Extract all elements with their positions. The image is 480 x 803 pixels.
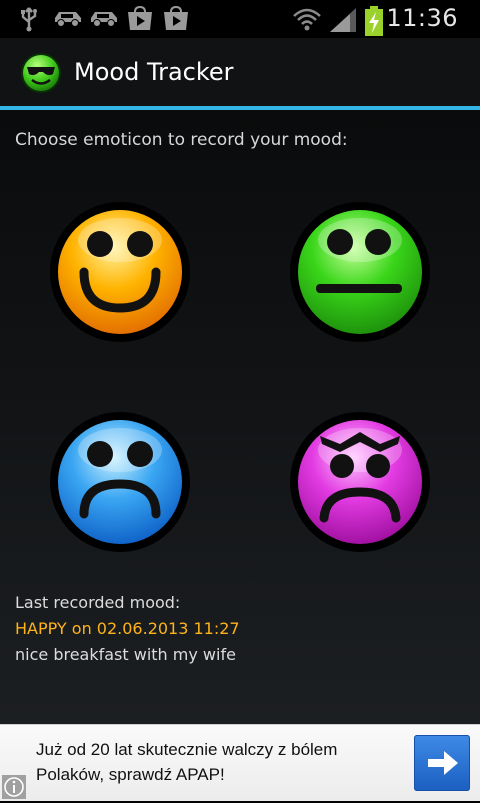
neutral-mood-button[interactable]	[288, 200, 432, 344]
play-store-icon	[128, 6, 152, 30]
ad-cta-button[interactable]	[414, 735, 470, 791]
last-mood-label: Last recorded mood:	[15, 593, 181, 612]
sad-face-icon	[50, 412, 190, 552]
play-store-icon	[164, 6, 188, 30]
battery-charging-icon	[365, 6, 383, 36]
last-mood-value: HAPPY on 02.06.2013 11:27	[15, 619, 240, 638]
wifi-icon	[293, 8, 321, 31]
last-mood-section: Last recorded mood: HAPPY on 02.06.2013 …	[15, 590, 240, 668]
mood-prompt: Choose emoticon to record your mood:	[15, 130, 348, 150]
neutral-face-icon	[290, 202, 430, 342]
happy-face-icon	[50, 202, 190, 342]
ad-info-button[interactable]	[2, 775, 26, 799]
happy-mood-button[interactable]	[48, 200, 192, 344]
signal-icon	[330, 8, 356, 32]
action-bar: Mood Tracker	[0, 38, 480, 110]
last-mood-note: nice breakfast with my wife	[15, 645, 236, 664]
status-bar: 11:36	[0, 0, 480, 38]
main-content: Choose emoticon to record your mood: Las…	[0, 110, 480, 724]
angry-mood-button[interactable]	[288, 410, 432, 554]
clock: 11:36	[386, 4, 458, 32]
car-icon	[91, 12, 117, 27]
car-icon	[55, 12, 81, 27]
sad-mood-button[interactable]	[48, 410, 192, 554]
ad-text[interactable]: Już od 20 lat skutecznie walczy z bólem …	[36, 737, 406, 787]
smiley-sunglasses-icon[interactable]	[20, 52, 62, 94]
arrow-right-icon	[428, 751, 458, 775]
info-icon	[4, 777, 24, 797]
ad-banner[interactable]: Już od 20 lat skutecznie walczy z bólem …	[0, 724, 480, 801]
angry-face-icon	[290, 412, 430, 552]
app-title: Mood Tracker	[74, 58, 234, 86]
usb-icon	[21, 7, 37, 32]
